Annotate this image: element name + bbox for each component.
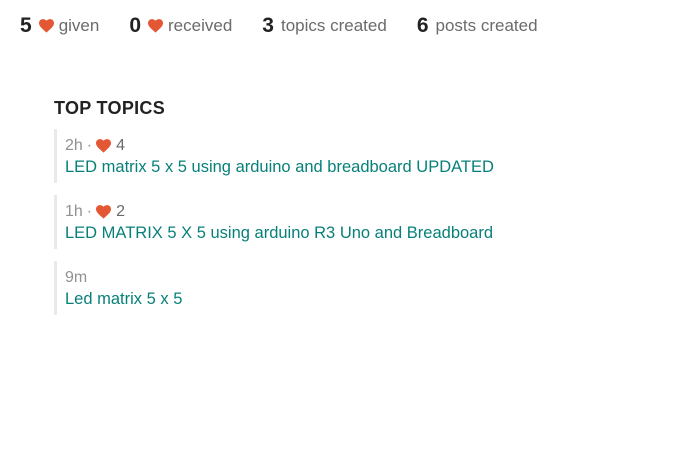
topic-title-link[interactable]: LED MATRIX 5 X 5 using arduino R3 Uno an… (65, 224, 654, 243)
topic-age: 1h (65, 203, 83, 220)
stat-label: received (168, 16, 233, 35)
topic-age: 2h (65, 137, 83, 154)
stat-value: 3 (262, 14, 274, 37)
topic-item: 2h · 4 LED matrix 5 x 5 using arduino an… (54, 129, 654, 183)
stat-value: 6 (416, 14, 429, 37)
top-topics-section: TOP TOPICS 2h · 4 LED matrix 5 x 5 using… (54, 98, 654, 327)
user-stats-row: 5 given 0 received 3 topics created 6 po… (20, 14, 568, 38)
heart-icon (96, 139, 112, 153)
stat-value: 5 (20, 14, 32, 37)
user-summary-page: 5 given 0 received 3 topics created 6 po… (0, 0, 690, 456)
stat-likes-given: 5 given (20, 14, 99, 38)
topic-meta: 1h · 2 (65, 201, 654, 223)
section-title: TOP TOPICS (54, 98, 166, 118)
stat-likes-received: 0 received (129, 14, 232, 38)
topic-like-count: 2 (116, 203, 126, 220)
topic-like-count: 4 (116, 137, 126, 154)
stat-value: 0 (129, 14, 142, 37)
topic-title-link[interactable]: LED matrix 5 x 5 using arduino and bread… (65, 158, 654, 177)
topic-meta: 9m (65, 267, 654, 289)
meta-separator: · (86, 137, 93, 154)
topic-item: 1h · 2 LED MATRIX 5 X 5 using arduino R3… (54, 195, 654, 249)
topic-item: 9m Led matrix 5 x 5 (54, 261, 654, 315)
stat-label: topics created (280, 16, 387, 35)
topic-title-link[interactable]: Led matrix 5 x 5 (65, 290, 654, 309)
topic-age: 9m (65, 269, 88, 286)
heart-icon (148, 19, 164, 33)
heart-icon (38, 19, 54, 33)
topic-meta: 2h · 4 (65, 135, 654, 157)
stat-topics-created: 3 topics created (262, 14, 387, 38)
stat-label: given (58, 16, 100, 35)
heart-icon (96, 205, 112, 219)
stat-label: posts created (435, 16, 538, 35)
meta-separator: · (86, 203, 93, 220)
stat-posts-created: 6 posts created (417, 14, 538, 38)
